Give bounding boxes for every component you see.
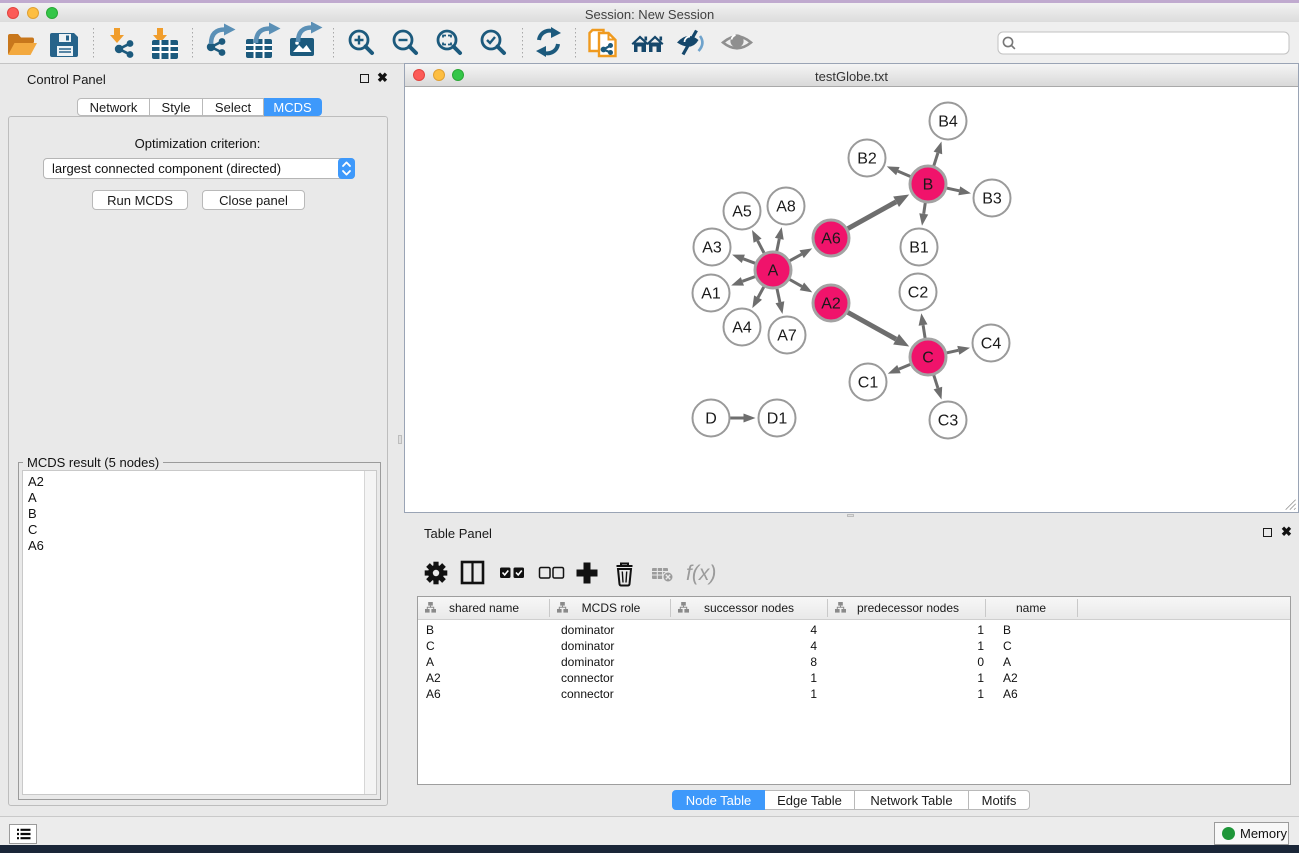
svg-text:A2: A2 <box>821 296 841 313</box>
svg-text:f(x): f(x) <box>686 562 716 585</box>
svg-text:A6: A6 <box>426 687 441 701</box>
svg-text:A6: A6 <box>1003 687 1018 701</box>
svg-text:4: 4 <box>810 639 817 653</box>
svg-text:A2: A2 <box>1003 671 1018 685</box>
svg-text:name: name <box>1016 601 1046 615</box>
svg-text:B4: B4 <box>938 114 958 131</box>
svg-text:1: 1 <box>977 671 984 685</box>
svg-text:dominator: dominator <box>561 623 614 637</box>
svg-text:shared name: shared name <box>449 601 519 615</box>
svg-text:B3: B3 <box>982 191 1002 208</box>
svg-text:A3: A3 <box>702 240 722 257</box>
svg-text:A6: A6 <box>821 231 841 248</box>
svg-text:A8: A8 <box>776 199 796 216</box>
svg-text:A: A <box>768 263 779 280</box>
svg-text:B: B <box>426 623 434 637</box>
svg-text:A5: A5 <box>732 204 752 221</box>
svg-text:A2: A2 <box>426 671 441 685</box>
svg-text:B2: B2 <box>857 151 877 168</box>
svg-text:1: 1 <box>810 671 817 685</box>
svg-text:A7: A7 <box>777 328 797 345</box>
svg-text:dominator: dominator <box>561 655 614 669</box>
svg-text:C3: C3 <box>938 413 959 430</box>
svg-text:C2: C2 <box>908 285 929 302</box>
svg-text:8: 8 <box>810 655 817 669</box>
svg-text:D1: D1 <box>767 411 788 428</box>
svg-text:A1: A1 <box>701 286 721 303</box>
svg-text:A4: A4 <box>732 320 752 337</box>
svg-text:C1: C1 <box>858 375 879 392</box>
svg-text:MCDS role: MCDS role <box>582 601 641 615</box>
svg-text:B1: B1 <box>909 240 929 257</box>
svg-text:C: C <box>922 350 934 367</box>
svg-text:D: D <box>705 411 717 428</box>
svg-text:1: 1 <box>977 639 984 653</box>
svg-text:C: C <box>426 639 435 653</box>
svg-text:A: A <box>1003 655 1011 669</box>
svg-text:0: 0 <box>977 655 984 669</box>
svg-text:B: B <box>1003 623 1011 637</box>
svg-text:connector: connector <box>561 671 614 685</box>
svg-text:B: B <box>923 177 934 194</box>
svg-text:connector: connector <box>561 687 614 701</box>
svg-text:C: C <box>1003 639 1012 653</box>
svg-text:1: 1 <box>977 623 984 637</box>
svg-text:1: 1 <box>810 687 817 701</box>
svg-text:successor nodes: successor nodes <box>704 601 794 615</box>
svg-text:4: 4 <box>810 623 817 637</box>
svg-text:A: A <box>426 655 434 669</box>
svg-text:dominator: dominator <box>561 639 614 653</box>
svg-text:C4: C4 <box>981 336 1002 353</box>
svg-text:predecessor nodes: predecessor nodes <box>857 601 959 615</box>
svg-text:1: 1 <box>977 687 984 701</box>
